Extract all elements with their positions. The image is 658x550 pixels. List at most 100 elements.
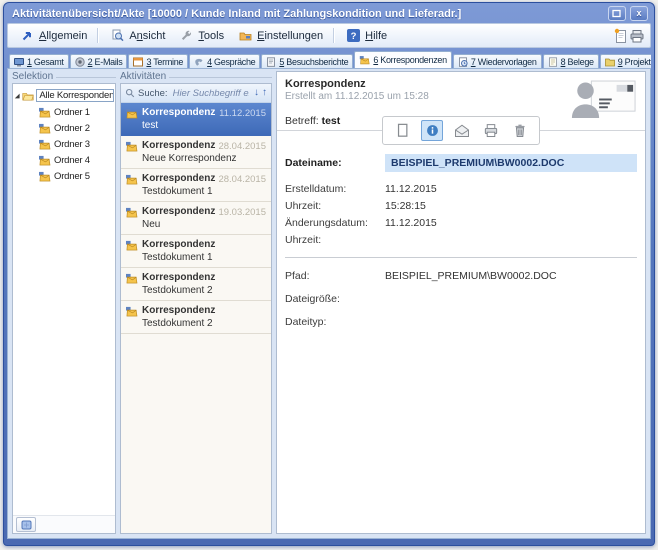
field-row: Pfad: BEISPIEL_PREMIUM\BW0002.DOC [285,267,637,284]
list-item[interactable]: Korrespondenz Neu 19.03.2015 [121,202,271,235]
tab-termine[interactable]: 3 Termine [128,54,188,68]
list-item[interactable]: Korrespondenz Testdokument 2 [121,301,271,334]
print-icon[interactable] [629,28,645,44]
svg-text:?: ? [350,31,356,42]
menu-hilfe[interactable]: ? Hilfe [339,26,393,46]
tab-besuchsberichte[interactable]: 5 Besuchsberichte [261,54,353,68]
selektion-bottom-toolbar [13,515,115,533]
menu-allgemein[interactable]: Allgemein [13,26,93,46]
list-item[interactable]: Korrespondenz test 11.12.2015 [121,103,271,136]
betreff-value: test [322,115,341,127]
tree-item-label: Ordner 5 [54,171,90,182]
field-row: Dateiname: BEISPIEL_PREMIUM\BW0002.DOC [285,154,637,172]
list-item-text: Korrespondenz Testdokument 2 [142,305,215,329]
tree-expander-icon[interactable] [14,92,20,100]
content-area: Selektion Alle Korrespondenzen Ordner 1 … [7,68,651,539]
list-item-date: 28.04.2015 [218,174,266,185]
document-icon [394,122,411,139]
tree-item-ordner-3[interactable]: Ordner 3 [14,136,114,152]
menu-label: Tools [198,30,224,42]
aktivitaeten-caption: Aktivitäten [120,71,272,83]
list-item[interactable]: Korrespondenz Neue Korrespondenz 28.04.2… [121,136,271,169]
list-item[interactable]: Korrespondenz Testdokument 1 28.04.2015 [121,169,271,202]
tab-gesamt[interactable]: 1 Gesamt [9,54,69,68]
tree-item-label: Ordner 1 [54,107,90,118]
field-label: Uhrzeit: [285,200,385,212]
menu-label: Hilfe [365,30,387,42]
correspondence-icon [125,273,138,296]
field-label: Dateiname: [285,157,385,169]
correspondence-icon [38,171,51,182]
search-input[interactable] [171,87,251,100]
field-row: Uhrzeit: 15:28:15 [285,197,637,214]
tab-label: 1 Gesamt [27,57,64,67]
mail-button[interactable] [452,121,472,140]
close-button[interactable]: x [630,6,648,21]
print-button[interactable] [481,121,501,140]
tab-wiedervorlagen[interactable]: 7 Wiedervorlagen [453,54,542,68]
list-item-title: Korrespondenz [142,173,215,184]
tree-item-label: Ordner 4 [54,155,90,166]
menu-label: Allgemein [39,30,87,42]
field-label: Uhrzeit: [285,234,385,246]
correspondence-icon [38,139,51,150]
field-row: Uhrzeit: [285,231,637,248]
list-item-subtitle: test [142,120,215,131]
fields-divider [285,257,637,258]
correspondence-icon [125,306,138,329]
list-item-text: Korrespondenz test [142,107,215,131]
list-item-subtitle: Testdokument 2 [142,318,215,329]
search-label: Suche: [138,88,168,99]
list-item[interactable]: Korrespondenz Testdokument 1 [121,235,271,268]
field-row: Änderungsdatum: 11.12.2015 [285,214,637,231]
tree-root-alle-korrespondenzen[interactable]: Alle Korrespondenzen [14,87,114,104]
list-item[interactable]: Korrespondenz Testdokument 2 [121,268,271,301]
list-item-title: Korrespondenz [142,206,215,217]
field-value: BEISPIEL_PREMIUM\BW0002.DOC [385,154,637,172]
field-label: Änderungsdatum: [285,217,385,229]
envelope-icon [453,123,471,139]
delete-button[interactable] [510,121,530,140]
tree-item-ordner-4[interactable]: Ordner 4 [14,152,114,168]
tree-item-label: Ordner 3 [54,139,90,150]
tab-emails[interactable]: 2 E-Mails [70,54,128,68]
wrench-icon [178,28,194,44]
tab-korrespondenzen[interactable]: 6 Korrespondenzen [354,51,451,68]
field-value: 15:28:15 [385,200,637,212]
menu-einstellungen[interactable]: Einstellungen [231,26,329,46]
correspondence-icon [359,55,370,65]
receipt-icon [548,57,558,67]
info-button[interactable] [421,120,443,141]
search-next-icon[interactable]: ↓ [254,88,259,98]
tree-view-button[interactable] [16,517,36,532]
correspondence-icon [125,108,138,131]
tree-item-ordner-5[interactable]: Ordner 5 [14,168,114,184]
selektion-panel: Selektion Alle Korrespondenzen Ordner 1 … [12,71,116,534]
tab-belege[interactable]: 8 Belege [543,54,599,68]
menu-label: Ansicht [129,30,165,42]
list-item-title: Korrespondenz [142,305,215,316]
tab-label: 6 Korrespondenzen [373,55,446,65]
aktivitaeten-panel: Aktivitäten Suche: ↓ ↑ Korrespondenz tes… [120,71,272,534]
restore-button[interactable] [608,6,626,21]
search-prev-icon[interactable]: ↑ [262,88,267,98]
menu-ansicht[interactable]: Ansicht [103,26,171,46]
selektion-caption: Selektion [12,71,116,83]
open-folder-icon [22,90,34,102]
tree-item-ordner-1[interactable]: Ordner 1 [14,104,114,120]
calendar-icon [133,57,143,67]
tree-item-ordner-2[interactable]: Ordner 2 [14,120,114,136]
new-document-icon[interactable] [612,28,628,44]
tab-gespraeche[interactable]: 4 Gespräche [189,54,260,68]
tab-projekte[interactable]: 9 Projekte [600,54,651,68]
document-button[interactable] [392,121,412,140]
menu-tools[interactable]: Tools [172,26,230,46]
list-item-text: Korrespondenz Testdokument 2 [142,272,215,296]
arrow-up-right-icon [19,28,35,44]
settings-folder-icon [237,28,253,44]
app-window: Aktivitätenübersicht/Akte [10000 / Kunde… [3,2,655,546]
field-row: Erstelldatum: 11.12.2015 [285,180,637,197]
list-item-title: Korrespondenz [142,272,215,283]
folder-tree: Alle Korrespondenzen Ordner 1 Ordner 2 O… [13,84,115,515]
searchbar: Suche: ↓ ↑ [121,84,271,103]
